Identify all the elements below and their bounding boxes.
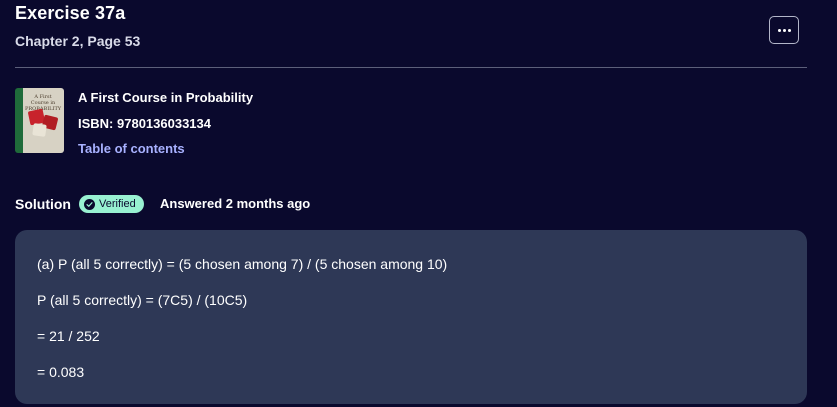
book-cover-title: A First Course in PROBABILITY (25, 94, 62, 112)
solution-line: (a) P (all 5 correctly) = (5 chosen amon… (37, 256, 448, 272)
solution-heading: Solution (15, 196, 71, 212)
solution-line: = 0.083 (37, 364, 85, 380)
more-horizontal-icon (777, 28, 791, 32)
more-options-button[interactable] (769, 16, 799, 44)
header-divider (15, 67, 807, 68)
verified-check-icon (84, 198, 95, 210)
verified-label: Verified (99, 198, 136, 210)
solution-line: = 21 / 252 (37, 328, 100, 344)
solution-line: P (all 5 correctly) = (7C5) / (10C5) (37, 292, 248, 308)
answered-time: Answered 2 months ago (160, 196, 311, 211)
book-isbn: ISBN: 9780136033134 (78, 116, 211, 131)
page-title: Exercise 37a (15, 3, 126, 23)
book-cover-image[interactable]: A First Course in PROBABILITY (15, 88, 64, 153)
book-title[interactable]: A First Course in Probability (78, 90, 253, 105)
dice-graphic (32, 123, 47, 137)
page-subtitle: Chapter 2, Page 53 (15, 33, 141, 49)
table-of-contents-link[interactable]: Table of contents (78, 141, 185, 156)
verified-badge: Verified (79, 195, 144, 213)
solution-card: (a) P (all 5 correctly) = (5 chosen amon… (15, 230, 807, 404)
